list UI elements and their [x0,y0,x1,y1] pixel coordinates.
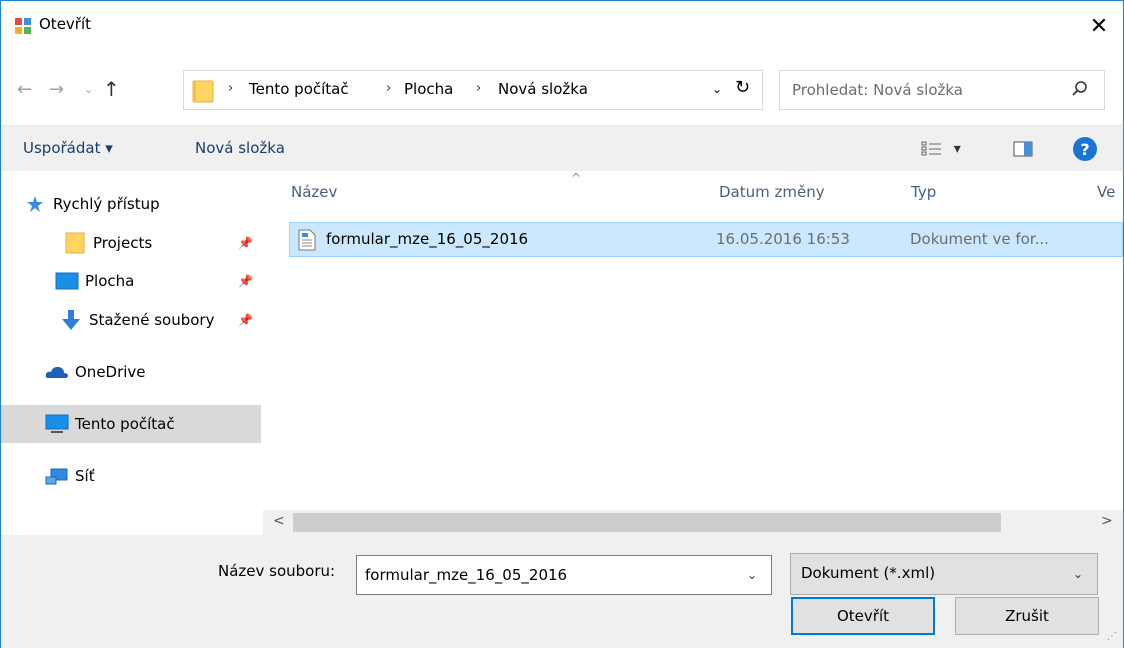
filename-label: Název souboru: [218,562,336,580]
file-list: ^ Název Datum změny Typ Ve formular_mze_… [263,171,1123,511]
column-header-name[interactable]: Název [291,183,337,201]
recent-locations-button[interactable]: ⌄ [84,83,93,96]
cancel-button[interactable]: Zrušit [955,597,1099,635]
resize-grip-icon[interactable]: ⋰ [1107,631,1117,642]
sidebar-item-label: OneDrive [75,363,146,381]
view-list-icon [921,141,941,155]
address-bar[interactable]: › Tento počítač › Plocha › Nová složka ⌄… [183,70,763,110]
dialog-footer: Název souboru: formular_mze_16_05_2016 ⌄… [1,535,1123,648]
forward-button[interactable]: → [49,79,64,100]
open-file-dialog: Otevřít ✕ ← → ⌄ ↑ › Tento počítač › Ploc… [0,0,1124,648]
folder-icon [63,232,87,254]
organize-button[interactable]: Uspořádat ▾ [23,139,113,157]
breadcrumb-new-folder[interactable]: Nová složka [498,80,588,98]
chevron-down-icon: ⌄ [1073,567,1084,581]
sidebar-item-quick-access[interactable]: Rychlý přístup [23,185,261,223]
search-input[interactable]: Prohledat: Nová složka [779,70,1105,110]
search-placeholder: Prohledat: Nová složka [792,81,963,99]
close-button[interactable]: ✕ [1079,11,1119,41]
scroll-right-button[interactable]: > [1101,513,1113,529]
sidebar-item-projects[interactable]: Projects 📌 [63,224,261,262]
computer-icon [45,413,69,435]
navigation-pane: Rychlý přístup Projects 📌 Plocha 📌 Staže… [1,171,263,535]
title-bar: Otevřít ✕ [1,1,1123,47]
up-button[interactable]: ↑ [103,77,120,101]
chevron-down-icon[interactable]: ⌄ [747,568,757,582]
breadcrumb-separator: › [228,81,234,96]
sidebar-item-label: Síť [75,467,95,485]
pin-icon: 📌 [238,274,253,288]
sidebar-item-network[interactable]: Síť [45,457,261,495]
file-type-value: Dokument (*.xml) [801,564,936,582]
scrollbar-thumb[interactable] [293,513,1001,532]
breadcrumb-desktop[interactable]: Plocha [404,80,453,98]
column-header-date[interactable]: Datum změny [719,183,825,201]
xml-file-icon [298,229,316,251]
pin-icon: 📌 [238,313,253,327]
cloud-icon [45,361,69,383]
filename-value: formular_mze_16_05_2016 [365,566,568,584]
window-title: Otevřít [39,15,92,33]
sidebar-item-label: Tento počítač [75,415,175,433]
sidebar-item-this-pc[interactable]: Tento počítač [1,405,261,443]
preview-pane-icon[interactable] [1013,141,1033,157]
breadcrumb-separator: › [386,81,392,96]
refresh-icon[interactable]: ↻ [735,77,750,98]
chevron-down-icon: ▾ [953,141,961,157]
help-button[interactable]: ? [1073,137,1097,161]
star-icon [23,193,47,215]
close-icon: ✕ [1089,13,1109,39]
open-button[interactable]: Otevřít [791,597,935,635]
file-type-select[interactable]: Dokument (*.xml) ⌄ [790,553,1098,595]
search-icon[interactable] [1070,79,1090,99]
network-icon [45,465,69,487]
file-type: Dokument ve for... [910,230,1049,248]
sidebar-item-label: Stažené soubory [89,311,215,329]
folder-icon [192,80,214,103]
app-icon [15,18,31,34]
sidebar-item-desktop[interactable]: Plocha 📌 [55,262,261,300]
change-view-button[interactable]: ▾ [921,139,961,158]
scroll-left-button[interactable]: < [273,513,285,529]
breadcrumb-separator: › [476,81,482,96]
sort-ascending-icon: ^ [571,171,582,185]
file-row[interactable]: formular_mze_16_05_2016 16.05.2016 16:53… [289,222,1123,257]
pin-icon: 📌 [238,236,253,250]
horizontal-scrollbar[interactable]: < > [263,510,1123,535]
command-bar: Uspořádat ▾ Nová složka ▾ ? [1,125,1123,171]
filename-input[interactable]: formular_mze_16_05_2016 ⌄ [356,555,772,595]
sidebar-item-label: Rychlý přístup [53,195,160,213]
address-dropdown-icon[interactable]: ⌄ [712,82,722,96]
new-folder-button[interactable]: Nová složka [195,139,285,157]
file-name: formular_mze_16_05_2016 [326,230,529,248]
sidebar-item-label: Projects [93,234,153,252]
desktop-icon [55,270,79,292]
file-date: 16.05.2016 16:53 [716,230,850,248]
back-button[interactable]: ← [17,79,32,100]
download-icon [59,309,83,331]
sidebar-item-downloads[interactable]: Stažené soubory 📌 [59,301,261,339]
sidebar-item-onedrive[interactable]: OneDrive [45,353,261,391]
sidebar-item-label: Plocha [85,272,135,290]
column-header-size[interactable]: Ve [1097,183,1115,201]
column-header-type[interactable]: Typ [911,183,936,201]
breadcrumb-this-pc[interactable]: Tento počítač [249,80,349,98]
